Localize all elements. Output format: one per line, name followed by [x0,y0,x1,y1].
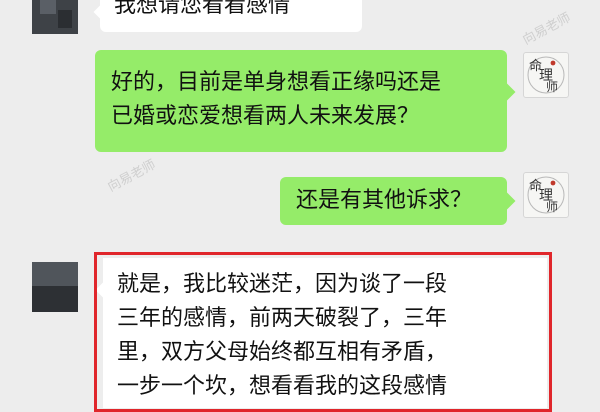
user-avatar[interactable] [32,262,78,312]
watermark: 向易老师 [105,157,159,196]
advisor-avatar[interactable]: 命 理 师 [523,172,569,218]
message-text: 还是有其他诉求？ [296,188,473,213]
advisor-avatar[interactable]: 命 理 师 [523,52,569,98]
highlight-box [94,252,552,412]
message-text: 已婚或恋爱想看两人未来发展？ [111,104,420,129]
watermark: 向易老师 [520,10,574,49]
avatar-char: 师 [546,80,559,94]
message-bubble[interactable]: 好的，目前是单身想看正缘吗还是 已婚或恋爱想看两人未来发展？ [95,50,507,152]
user-avatar[interactable] [32,0,78,34]
message-bubble[interactable]: 我想请您看看感情 [100,0,362,32]
message-bubble[interactable]: 还是有其他诉求？ [280,177,507,225]
avatar-char: 师 [546,200,559,214]
message-text: 好的，目前是单身想看正缘吗还是 [111,70,442,95]
message-text: 我想请您看看感情 [114,0,291,18]
